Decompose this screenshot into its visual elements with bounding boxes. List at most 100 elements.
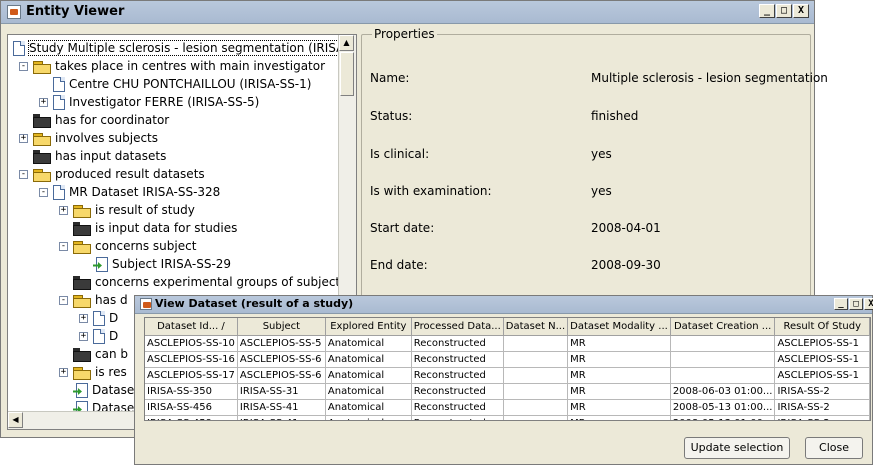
table-cell: IRISA-SS-2 <box>774 399 870 416</box>
collapse-toggle[interactable]: - <box>39 188 48 197</box>
dataset-title-bar[interactable]: View Dataset (result of a study) _ □ X <box>135 296 873 314</box>
column-header[interactable]: Subject <box>237 318 326 336</box>
collapse-toggle[interactable]: - <box>59 242 68 251</box>
expand-toggle[interactable]: + <box>79 332 88 341</box>
tree-node[interactable]: is result of study <box>73 201 195 219</box>
table-row[interactable]: ASCLEPIOS-SS-10 ASCLEPIOS-SS-5 Anatomical R… <box>145 335 870 352</box>
tree-node-label: can b <box>95 347 128 361</box>
tree-node[interactable]: takes place in centres with main investi… <box>33 57 325 75</box>
tree-node[interactable]: can b <box>73 345 128 363</box>
expand-toggle[interactable]: + <box>59 206 68 215</box>
tree-node[interactable]: D <box>93 309 118 327</box>
tree-node[interactable]: Centre CHU PONTCHAILLOU (IRISA-SS-1) <box>53 75 311 93</box>
open-folder-icon <box>73 366 91 380</box>
document-icon <box>93 310 105 326</box>
close-button[interactable]: X <box>793 4 809 18</box>
tree-node-label: Study Multiple sclerosis - lesion segmen… <box>28 40 356 56</box>
column-header[interactable]: Processed Data... <box>411 318 504 336</box>
document-icon <box>53 76 65 92</box>
collapse-toggle[interactable]: - <box>59 296 68 305</box>
closed-folder-icon <box>73 275 91 290</box>
closed-folder-icon <box>33 149 51 164</box>
minimize-button[interactable]: _ <box>759 4 775 18</box>
tree-node[interactable]: has d <box>73 291 128 309</box>
table-cell: Anatomical <box>325 415 412 420</box>
tree-node[interactable]: is input data for studies <box>73 219 237 237</box>
table-cell: Reconstructed <box>411 383 504 400</box>
tree-node-label: has d <box>95 293 128 307</box>
expand-toggle[interactable]: + <box>39 98 48 107</box>
column-header[interactable]: Result Of Study <box>774 318 870 336</box>
tree-node-label: Centre CHU PONTCHAILLOU (IRISA-SS-1) <box>69 77 312 91</box>
table-row[interactable]: ASCLEPIOS-SS-17 ASCLEPIOS-SS-6 Anatomical R… <box>145 367 870 384</box>
link-document-icon <box>93 257 108 272</box>
tree-node-label: is result of study <box>95 203 195 217</box>
tree-node[interactable]: concerns experimental groups of subjects <box>73 273 346 291</box>
column-header[interactable]: Explored Entity <box>325 318 412 336</box>
closed-folder-icon <box>33 113 51 128</box>
dataset-table[interactable]: Dataset Id... / Subject Explored Entity Pro… <box>144 317 871 421</box>
collapse-toggle[interactable]: - <box>19 62 28 71</box>
property-label: End date: <box>370 258 428 272</box>
table-cell <box>670 335 776 352</box>
tree-node[interactable]: produced result datasets <box>33 165 205 183</box>
tree-node[interactable]: is res <box>73 363 127 381</box>
expand-toggle[interactable]: + <box>59 368 68 377</box>
collapse-toggle[interactable]: - <box>19 170 28 179</box>
expand-toggle[interactable]: + <box>19 134 28 143</box>
table-row[interactable]: IRISA-SS-350 IRISA-SS-31 Anatomical Reconst… <box>145 383 870 400</box>
table-cell <box>503 351 569 368</box>
tree-node-label: is input data for studies <box>95 221 238 235</box>
property-row: Status: finished <box>370 109 810 127</box>
tree-node[interactable]: has for coordinator <box>33 111 169 129</box>
column-header[interactable]: Dataset Id... / <box>145 318 238 336</box>
tree-node[interactable]: Investigator FERRE (IRISA-SS-5) <box>53 93 259 111</box>
table-cell: ASCLEPIOS-SS-6 <box>237 351 326 368</box>
table-cell: IRISA-SS-31 <box>237 383 326 400</box>
table-row[interactable]: ASCLEPIOS-SS-16 ASCLEPIOS-SS-6 Anatomical R… <box>145 351 870 368</box>
table-cell: MR <box>567 367 671 384</box>
closed-folder-icon <box>73 347 91 362</box>
dataset-maximize-button[interactable]: □ <box>849 298 863 310</box>
open-folder-icon <box>73 240 91 254</box>
tree-node[interactable]: D <box>93 327 118 345</box>
open-folder-icon <box>33 60 51 74</box>
tree-node[interactable]: concerns subject <box>73 237 196 255</box>
table-cell <box>503 367 569 384</box>
table-cell: MR <box>567 415 671 420</box>
table-cell: Anatomical <box>325 399 412 416</box>
table-cell: MR <box>567 383 671 400</box>
tree-node[interactable]: involves subjects <box>33 129 158 147</box>
tree-node[interactable]: Subject IRISA-SS-29 <box>93 255 231 273</box>
property-label: Is with examination: <box>370 184 492 198</box>
table-cell <box>503 399 569 416</box>
expand-toggle[interactable]: + <box>79 314 88 323</box>
scroll-thumb[interactable] <box>340 52 354 96</box>
tree-node[interactable]: Study Multiple sclerosis - lesion segmen… <box>13 39 356 57</box>
open-folder-icon <box>33 132 51 146</box>
table-row[interactable]: IRISA-SS-456 IRISA-SS-41 Anatomical Reconst… <box>145 399 870 416</box>
property-value: yes <box>591 147 612 161</box>
maximize-button[interactable]: □ <box>776 4 792 18</box>
tree-node-label: concerns subject <box>95 239 197 253</box>
column-header[interactable]: Dataset Creation ... <box>670 318 776 336</box>
table-cell <box>670 351 776 368</box>
scroll-left-button[interactable]: ◀ <box>8 412 23 428</box>
table-cell: IRISA-SS-41 <box>237 415 326 420</box>
property-row: Is clinical: yes <box>370 147 810 165</box>
table-row[interactable]: IRISA-SS-459IRISA-SS-41AnatomicalReconst… <box>145 415 870 420</box>
close-dataset-button[interactable]: Close <box>805 437 863 459</box>
view-dataset-window: View Dataset (result of a study) _ □ X D… <box>134 295 873 465</box>
dataset-close-button[interactable]: X <box>864 298 873 310</box>
property-row: End date: 2008-09-30 <box>370 258 810 276</box>
update-selection-button[interactable]: Update selection <box>684 437 790 459</box>
column-header[interactable]: Dataset N... <box>503 318 569 336</box>
property-value: yes <box>591 184 612 198</box>
scroll-up-button[interactable]: ▲ <box>339 35 354 51</box>
tree-node[interactable]: MR Dataset IRISA-SS-328 <box>53 183 220 201</box>
document-icon <box>53 94 65 110</box>
title-bar[interactable]: Entity Viewer _ □ X <box>1 1 814 24</box>
dataset-minimize-button[interactable]: _ <box>834 298 848 310</box>
tree-node[interactable]: has input datasets <box>33 147 166 165</box>
column-header[interactable]: Dataset Modality ... <box>567 318 671 336</box>
